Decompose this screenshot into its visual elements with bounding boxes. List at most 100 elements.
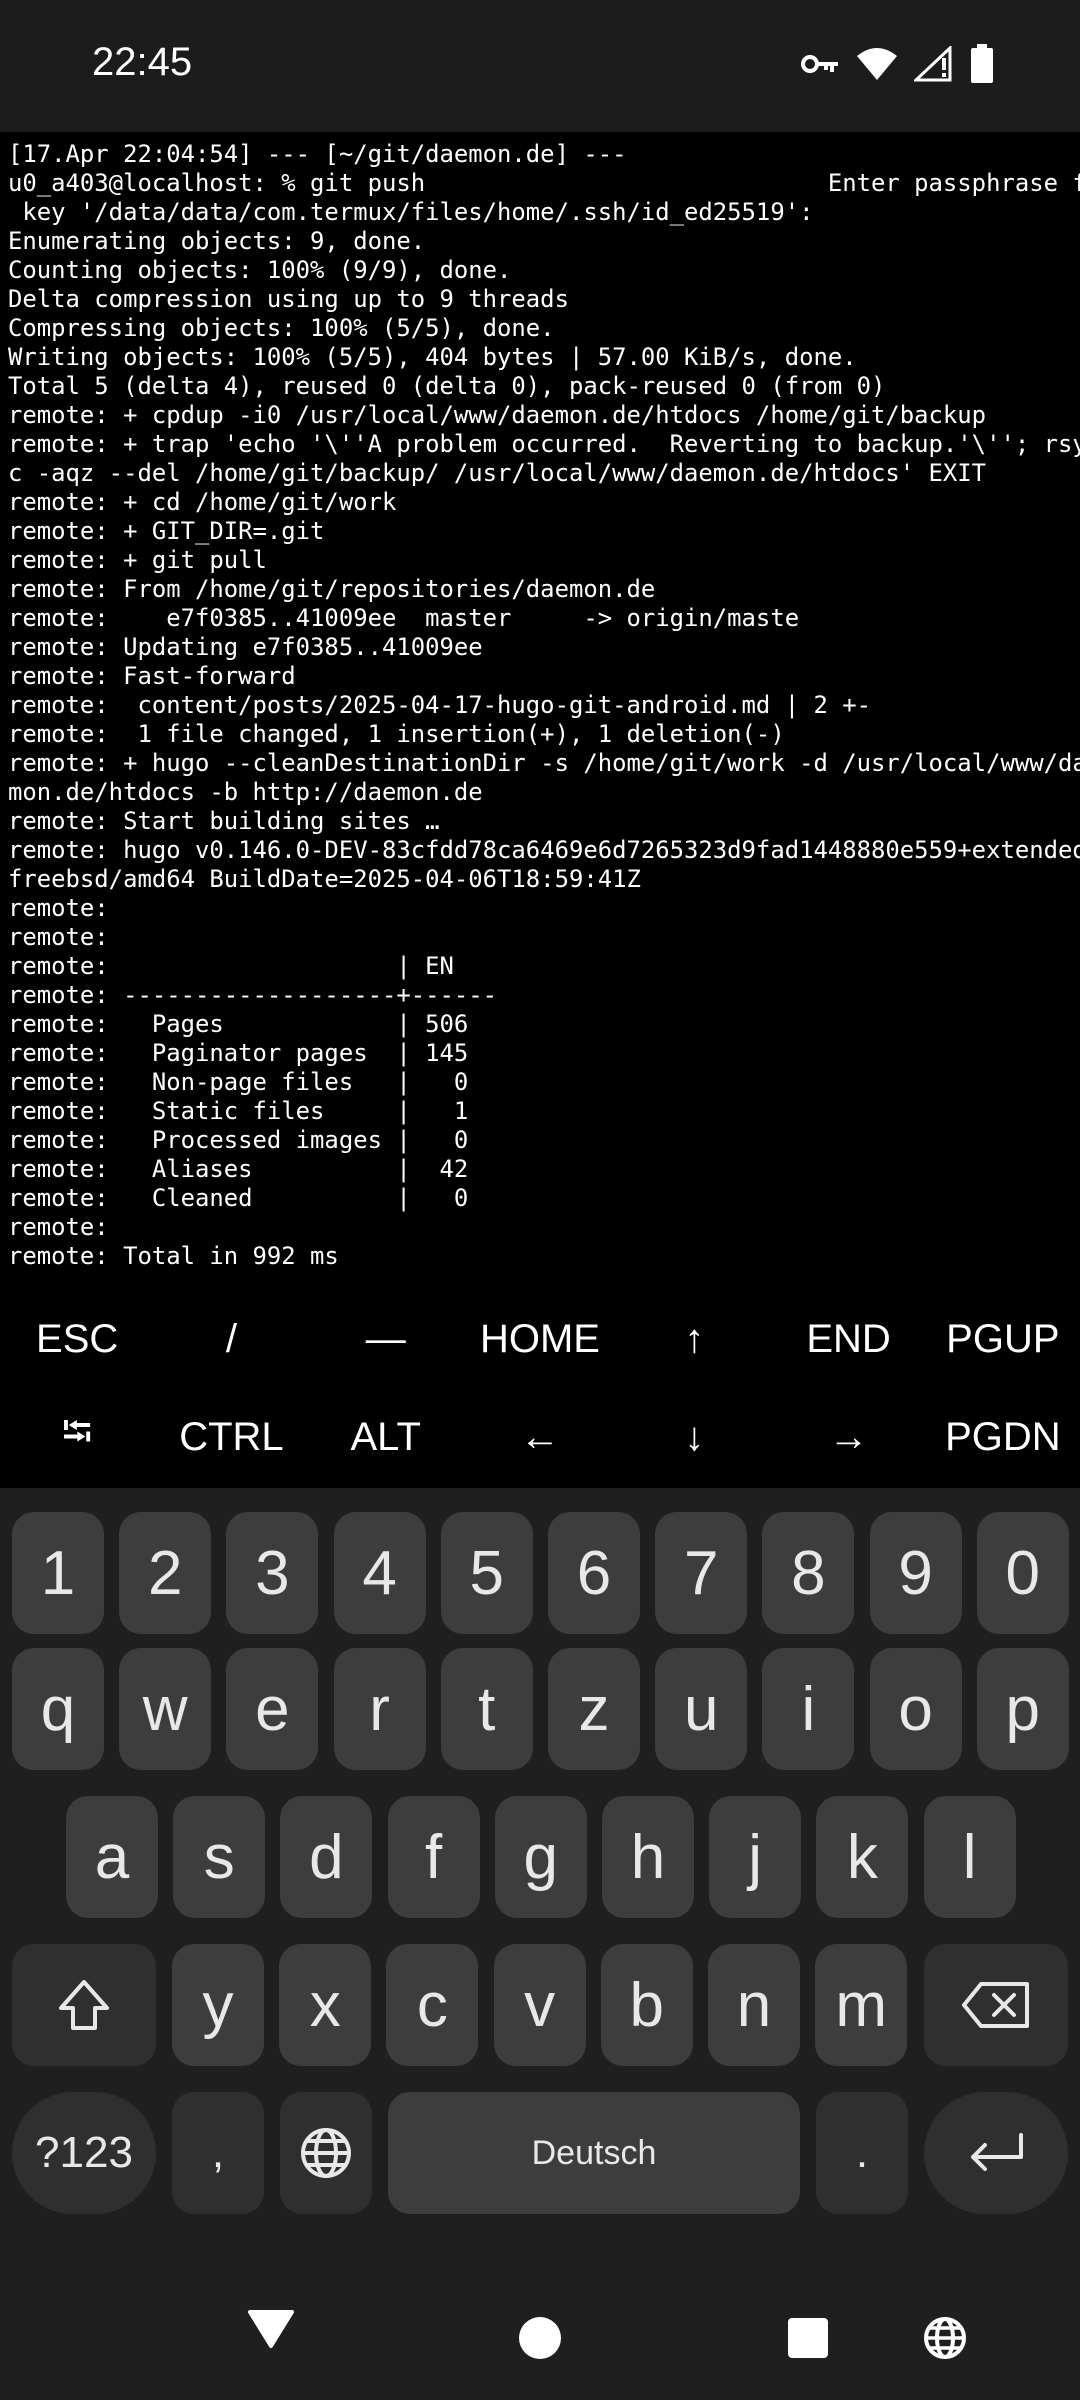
key-6[interactable]: 6 [548,1512,640,1634]
key-8[interactable]: 8 [762,1512,855,1634]
key-e[interactable]: e [226,1648,319,1770]
comma-key[interactable]: , [172,2092,264,2214]
esc-key[interactable]: ESC [0,1317,154,1362]
terminal-line: remote: + cpdup -i0 /usr/local/www/daemo… [8,401,987,429]
navigation-bar [0,2248,1080,2400]
terminal-output[interactable]: [17.Apr 22:04:54] --- [~/git/daemon.de] … [0,132,1080,1272]
pgdn-key[interactable]: PGDN [926,1415,1080,1460]
key-w[interactable]: w [119,1648,212,1770]
recents-square-icon [788,2318,828,2358]
terminal-line: remote: [8,923,109,951]
cellular-icon [914,46,954,82]
arrow-down-key[interactable]: ↓ [617,1415,771,1460]
key-9[interactable]: 9 [869,1512,962,1634]
pgup-key[interactable]: PGUP [926,1317,1080,1362]
dash-key[interactable]: — [309,1317,463,1362]
key-c[interactable]: c [386,1944,479,2066]
terminal-line: remote: Fast-forward [8,662,296,690]
key-r[interactable]: r [333,1648,426,1770]
shift-key[interactable] [12,1944,156,2066]
key-g[interactable]: g [494,1796,587,1918]
key-t[interactable]: t [440,1648,533,1770]
key-2[interactable]: 2 [119,1512,212,1634]
key-x[interactable]: x [279,1944,372,2066]
key-m[interactable]: m [815,1944,908,2066]
alt-key[interactable]: ALT [309,1415,463,1460]
terminal-line: remote: Processed images | 0 [8,1126,469,1154]
key-1[interactable]: 1 [12,1512,104,1634]
key-s[interactable]: s [173,1796,266,1918]
arrow-right-key[interactable]: → [771,1415,925,1460]
slash-key[interactable]: / [154,1317,308,1362]
key-a[interactable]: a [66,1796,158,1918]
terminal-line: Writing objects: 100% (5/5), 404 bytes |… [8,343,857,371]
key-0[interactable]: 0 [976,1512,1069,1634]
key-o[interactable]: o [869,1648,962,1770]
key-b[interactable]: b [600,1944,693,2066]
terminal-line: Compressing objects: 100% (5/5), done. [8,314,555,342]
symbols-key[interactable]: ?123 [12,2092,156,2214]
arrow-left-key[interactable]: ← [463,1415,617,1460]
home-circle-icon [519,2317,561,2359]
terminal-line: remote: content/posts/2025-04-17-hugo-gi… [8,691,872,719]
terminal-line: remote: Cleaned | 0 [8,1184,469,1212]
key-i[interactable]: i [762,1648,855,1770]
back-button[interactable] [246,2250,296,2400]
terminal-line: key '/data/data/com.termux/files/home/.s… [8,198,814,226]
terminal-line: remote: Paginator pages | 145 [8,1039,469,1067]
key-p[interactable]: p [976,1648,1069,1770]
key-l[interactable]: l [923,1796,1016,1918]
key-f[interactable]: f [387,1796,480,1918]
end-key[interactable]: END [771,1317,925,1362]
key-7[interactable]: 7 [655,1512,748,1634]
terminal-line: remote: Non-page files | 0 [8,1068,469,1096]
key-j[interactable]: j [709,1796,802,1918]
back-triangle-icon [248,2310,294,2348]
battery-icon [970,44,994,84]
backspace-key[interactable] [924,1944,1068,2066]
terminal-line: mon.de/htdocs -b http://daemon.de [8,778,483,806]
arrow-up-key[interactable]: ↑ [617,1317,771,1362]
termux-extra-keys: ESC / — HOME ↑ END PGUP ⭾ CTRL ALT ← ↓ → PGDN [0,1290,1080,1486]
terminal-line: remote: [8,894,109,922]
key-z[interactable]: z [548,1648,640,1770]
key-h[interactable]: h [602,1796,694,1918]
terminal-line: remote: Updating e7f0385..41009ee [8,633,483,661]
status-icons [800,44,994,84]
terminal-line: remote: + git pull [8,546,267,574]
ctrl-key[interactable]: CTRL [154,1415,308,1460]
keyboard-language-button[interactable] [922,2250,968,2400]
home-button[interactable] [518,2250,562,2400]
key-3[interactable]: 3 [226,1512,319,1634]
key-y[interactable]: y [172,1944,264,2066]
terminal-line: remote: -------------------+------ [8,981,498,1009]
recents-button[interactable] [786,2250,830,2400]
key-5[interactable]: 5 [440,1512,533,1634]
key-n[interactable]: n [708,1944,800,2066]
key-4[interactable]: 4 [333,1512,426,1634]
wifi-icon [856,46,898,82]
key-d[interactable]: d [280,1796,373,1918]
key-u[interactable]: u [655,1648,748,1770]
tab-key[interactable]: ⭾ [0,1403,154,1471]
language-key[interactable] [280,2092,372,2214]
terminal-line: remote: 1 file changed, 1 insertion(+), … [8,720,785,748]
terminal-line: [17.Apr 22:04:54] --- [~/git/daemon.de] … [8,140,627,168]
home-key[interactable]: HOME [463,1317,617,1362]
period-key[interactable]: . [816,2092,908,2214]
extra-keys-row-2: ⭾ CTRL ALT ← ↓ → PGDN [0,1388,1080,1486]
enter-key[interactable] [924,2092,1068,2214]
globe-icon [924,2317,966,2359]
space-key[interactable]: Deutsch [388,2092,800,2214]
key-v[interactable]: v [493,1944,586,2066]
terminal-line: freebsd/amd64 BuildDate=2025-04-06T18:59… [8,865,641,893]
terminal-line: remote: Total in 992 ms [8,1242,339,1270]
extra-keys-row-1: ESC / — HOME ↑ END PGUP [0,1290,1080,1388]
key-q[interactable]: q [12,1648,104,1770]
terminal-line: Counting objects: 100% (9/9), done. [8,256,512,284]
terminal-line: Delta compression using up to 9 threads [8,285,569,313]
enter-icon [971,2133,1023,2171]
terminal-line: remote: Start building sites … [8,807,440,835]
terminal-line: c -aqz --del /home/git/backup/ /usr/loca… [8,459,987,487]
key-k[interactable]: k [816,1796,909,1918]
